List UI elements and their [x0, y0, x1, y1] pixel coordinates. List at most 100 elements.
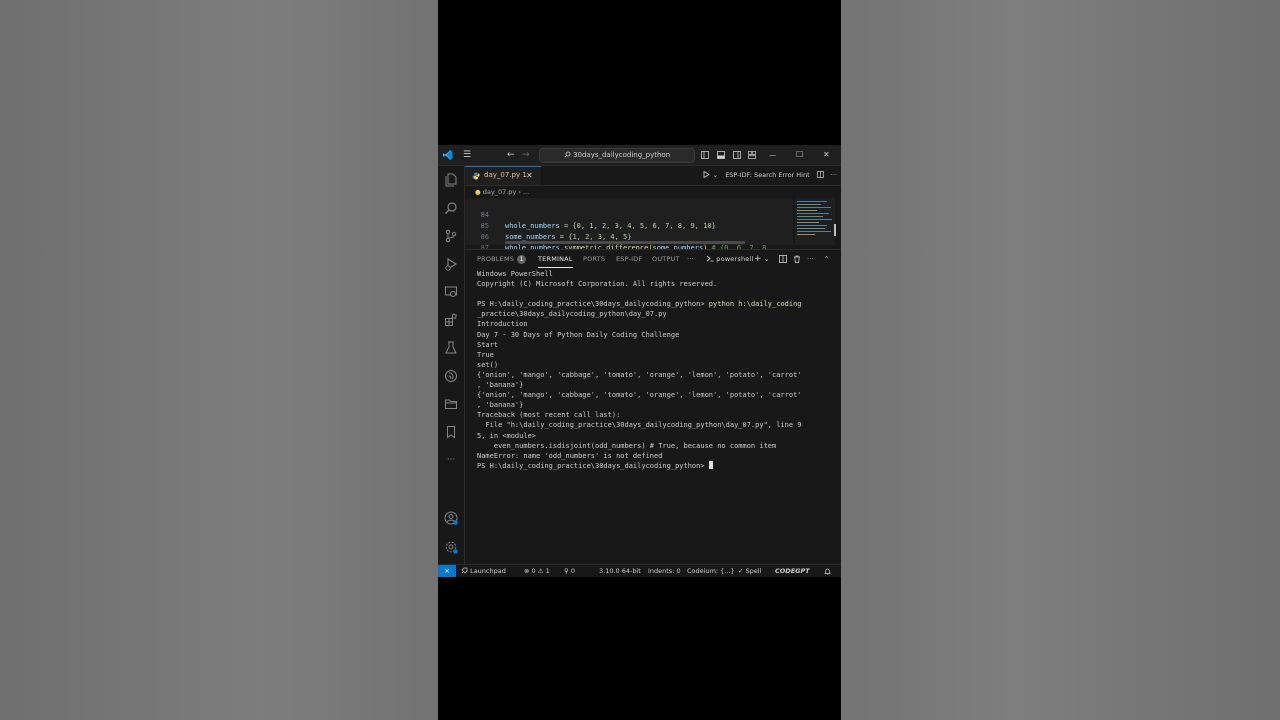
terminal-line: Windows PowerShell: [477, 270, 553, 278]
settings-gear-icon[interactable]: [444, 540, 458, 554]
source-control-icon[interactable]: [444, 229, 458, 243]
terminal-line: Start: [477, 340, 499, 349]
minimap-scroll-indicator[interactable]: [834, 224, 836, 236]
testing-icon[interactable]: [444, 341, 458, 355]
terminal-dropdown-icon[interactable]: ⌄: [764, 250, 770, 268]
search-text: 30days_dailycoding_python: [573, 151, 671, 159]
tab-day-07-py[interactable]: day_07.py 1 ✕: [465, 166, 541, 185]
terminal-shell-selector[interactable]: powershell: [706, 250, 754, 268]
terminal-cursor: [708, 460, 713, 469]
terminal-line: {'onion', 'mango', 'cabbage', 'tomato', …: [477, 370, 802, 379]
terminal-line: Day 7 - 30 Days of Python Daily Coding C…: [477, 330, 680, 339]
esp-idf-hint-button[interactable]: ESP-IDF: Search Error Hint: [725, 171, 809, 179]
python-interpreter[interactable]: 3.10.0 64-bit: [599, 565, 641, 577]
powershell-icon: [706, 255, 714, 262]
problems-status[interactable]: ⊗ 0 ⚠ 1: [524, 565, 550, 577]
toggle-sidebar-icon[interactable]: [701, 151, 709, 159]
search-icon: [564, 151, 571, 158]
codegpt-button[interactable]: CODEGPT: [775, 565, 810, 577]
problems-count-badge: 1: [517, 255, 527, 264]
tab-problems[interactable]: PROBLEMS 1: [477, 250, 527, 268]
breadcrumb-file[interactable]: day_07.py: [483, 188, 517, 196]
title-bar: ☰ ← → 30days_dailycoding_python — ☐ ✕: [438, 145, 841, 166]
terminal-line: , 'banana'}: [477, 381, 524, 390]
video-frame: ☰ ← → 30days_dailycoding_python — ☐ ✕ ··…: [438, 0, 841, 720]
minimap[interactable]: [795, 198, 836, 245]
split-terminal-icon[interactable]: [779, 255, 787, 263]
terminal-line: Traceback (most recent call last):: [477, 411, 621, 420]
esp-idf-icon[interactable]: [444, 369, 458, 383]
terminal-line: 5, in <module>: [477, 431, 537, 440]
activity-bar: ···: [438, 166, 465, 564]
codeium-status[interactable]: Codeium: {...}: [687, 565, 735, 577]
shell-name: powershell: [716, 255, 754, 263]
command-center-search[interactable]: 30days_dailycoding_python: [539, 148, 695, 163]
terminal-prompt: PS H:\daily_coding_practice\30days_daily…: [477, 461, 709, 470]
code-line: 84 whole_numbers = {0, 1, 2, 3, 4, 5, 6,…: [465, 199, 793, 230]
tab-output[interactable]: OUTPUT: [652, 250, 680, 268]
tab-ports[interactable]: PORTS: [583, 250, 605, 268]
code-line: 86 whole_numbers.symmetric_difference(so…: [465, 221, 793, 252]
tab-problems-label: PROBLEMS: [477, 255, 515, 263]
ports-status[interactable]: ⚲ 0: [564, 565, 575, 577]
minimize-button[interactable]: —: [769, 145, 776, 165]
toggle-secondary-sidebar-icon[interactable]: [733, 151, 741, 159]
terminal-command: python h:\daily_coding: [708, 300, 802, 309]
back-arrow-icon[interactable]: ←: [507, 145, 515, 165]
code-editor[interactable]: 84 whole_numbers = {0, 1, 2, 3, 4, 5, 6,…: [465, 198, 793, 252]
new-terminal-icon[interactable]: +: [754, 250, 762, 268]
terminal-line: True: [477, 350, 494, 359]
python-file-icon: [472, 172, 480, 180]
explorer-icon[interactable]: [444, 173, 458, 187]
tab-terminal[interactable]: TERMINAL: [538, 250, 573, 268]
terminal-line: Copyright (C) Microsoft Corporation. All…: [477, 280, 718, 289]
launchpad-label: Launchpad: [470, 567, 506, 575]
code-line: 85 some_numbers = {1, 2, 3, 4, 5}: [465, 210, 793, 241]
terminal-line: _practice\30days_dailycoding_python\day_…: [477, 310, 667, 319]
menu-icon[interactable]: ☰: [463, 145, 471, 165]
panel-tabs-more-icon[interactable]: ···: [687, 250, 694, 268]
indentation-status[interactable]: Indents: 0: [648, 565, 681, 577]
remote-indicator[interactable]: ⨯: [438, 565, 456, 577]
close-window-button[interactable]: ✕: [823, 145, 830, 165]
horizontal-scrollbar[interactable]: [505, 241, 745, 244]
terminal-prompt: PS H:\daily_coding_practice\30days_daily…: [477, 300, 709, 309]
run-python-icon[interactable]: [703, 170, 710, 179]
maximize-button[interactable]: ☐: [796, 145, 803, 165]
tab-esp-idf[interactable]: ESP-IDF: [616, 250, 642, 268]
search-icon[interactable]: [444, 201, 458, 215]
panel-more-actions-icon[interactable]: ···: [807, 250, 814, 268]
split-editor-icon[interactable]: [816, 171, 824, 178]
panel-tabs: PROBLEMS 1 TERMINAL PORTS ESP-IDF OUTPUT …: [465, 250, 841, 268]
customize-layout-icon[interactable]: [748, 151, 756, 159]
tab-close-icon[interactable]: ✕: [526, 167, 533, 184]
bookmark-icon[interactable]: [444, 425, 458, 439]
status-bar: ⨯ Launchpad ⊗ 0 ⚠ 1 ⚲ 0 3.10.0 64-bit In…: [438, 564, 841, 577]
notifications-bell-icon[interactable]: [824, 568, 831, 575]
terminal-prompt-line: PS H:\daily_coding_practice\30days_daily…: [477, 460, 837, 471]
spell-check-status[interactable]: ✓ Spell: [738, 565, 761, 577]
more-views-icon[interactable]: ···: [444, 453, 458, 467]
terminal-line: {'onion', 'mango', 'cabbage', 'tomato', …: [477, 391, 802, 400]
breadcrumb: ● day_07.py › ...: [465, 186, 841, 198]
forward-arrow-icon[interactable]: →: [522, 145, 530, 165]
toggle-panel-icon[interactable]: [717, 151, 725, 159]
kill-terminal-trash-icon[interactable]: [793, 255, 801, 263]
run-debug-icon[interactable]: [444, 257, 458, 271]
collapse-panel-icon[interactable]: ⌃: [824, 250, 830, 268]
extensions-icon[interactable]: [444, 313, 458, 327]
launchpad-icon: [461, 567, 468, 574]
terminal-line: set(): [477, 360, 499, 369]
terminal-output[interactable]: Windows PowerShell Copyright (C) Microso…: [477, 269, 837, 559]
accounts-icon[interactable]: [444, 511, 458, 525]
breadcrumb-python-icon: ●: [475, 188, 481, 196]
launchpad-button[interactable]: Launchpad: [461, 565, 506, 577]
terminal-line: File "h:\daily_coding_practice\30days_da…: [477, 421, 802, 430]
folder-icon[interactable]: [444, 397, 458, 411]
remote-explorer-icon[interactable]: [444, 285, 458, 299]
run-dropdown-chevron-icon[interactable]: ⌄: [713, 171, 718, 179]
tab-label: day_07.py 1: [484, 171, 527, 179]
editor-tabs: day_07.py 1 ✕ ⌄ ESP-IDF: Search Error Hi…: [465, 166, 841, 186]
editor-more-icon[interactable]: ···: [831, 171, 837, 179]
editor-actions: ⌄ ESP-IDF: Search Error Hint ···: [703, 166, 837, 185]
